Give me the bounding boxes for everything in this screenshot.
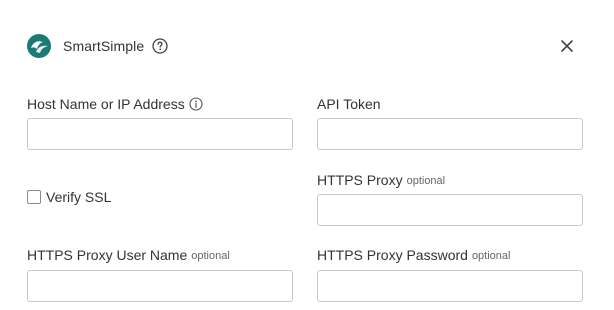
proxy-password-input[interactable] [317,270,583,302]
host-field: Host Name or IP Address [27,95,293,150]
close-button[interactable] [559,38,575,54]
api-token-field: API Token [317,95,583,150]
https-proxy-field: HTTPS Proxy optional [317,171,583,226]
api-token-label: API Token [317,95,583,113]
smartsimple-logo-icon [27,34,51,58]
integration-dialog: SmartSimple Host Name or IP Address API … [0,0,614,310]
proxy-password-label-text: HTTPS Proxy Password [317,247,468,263]
help-circle-icon[interactable] [152,38,168,54]
https-proxy-label-text: HTTPS Proxy [317,172,403,188]
host-label: Host Name or IP Address [27,95,293,113]
optional-tag: optional [471,250,511,262]
proxy-user-label: HTTPS Proxy User Name optional [27,246,293,264]
optional-tag: optional [406,175,446,187]
proxy-password-label: HTTPS Proxy Password optional [317,246,583,264]
api-token-input[interactable] [317,118,583,150]
https-proxy-input[interactable] [317,194,583,226]
dialog-header: SmartSimple [27,33,168,59]
host-input[interactable] [27,118,293,150]
dialog-title: SmartSimple [63,38,145,54]
proxy-user-field: HTTPS Proxy User Name optional [27,246,293,302]
close-icon [561,40,573,52]
https-proxy-label: HTTPS Proxy optional [317,171,583,189]
proxy-password-field: HTTPS Proxy Password optional [317,246,583,302]
api-token-label-text: API Token [317,96,381,112]
host-label-text: Host Name or IP Address [27,96,185,112]
proxy-user-label-text: HTTPS Proxy User Name [27,247,188,263]
info-icon[interactable] [189,97,203,111]
optional-tag: optional [191,250,230,262]
verify-ssl-checkbox-row[interactable]: Verify SSL [27,188,111,206]
verify-ssl-label: Verify SSL [46,189,112,205]
verify-ssl-checkbox[interactable] [27,190,41,204]
proxy-user-input[interactable] [27,270,293,302]
